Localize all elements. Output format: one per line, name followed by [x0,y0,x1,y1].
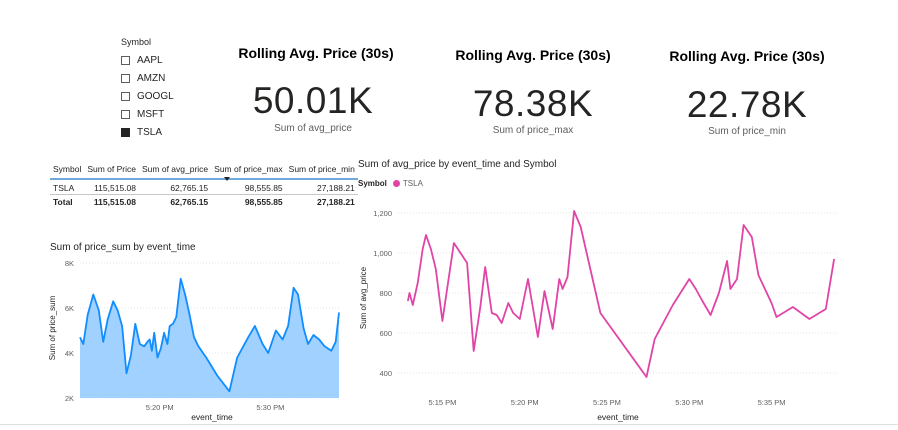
kpi-label-max: Sum of price_max [492,125,574,136]
x-axis-label: event_time [191,412,233,422]
column-header-sum-avg-price[interactable]: Sum of avg_price [139,164,212,180]
x-tick-label: 5:20 PM [146,403,174,412]
x-tick-label: 5:15 PM [428,398,456,407]
checkbox-icon[interactable] [121,91,130,101]
table-row[interactable]: TSLA 115,515.08 62,765.15 98,555.85 27,1… [50,179,358,195]
x-tick-label: 5:35 PM [758,398,786,407]
kpi-value-max: 78.38K [472,83,594,124]
column-header-sum-price-min[interactable]: Sum of price_min [285,164,358,180]
checkbox-icon[interactable] [121,55,130,65]
kpi-title-max: Rolling Avg. Price (30s) [455,47,611,63]
table-cell: 98,555.85 [244,183,283,193]
checkbox-checked-icon[interactable] [121,127,130,137]
checkbox-icon[interactable] [121,73,130,83]
slicer-item-label: GOOGL [137,90,174,102]
kpi-title-avg: Rolling Avg. Price (30s) [238,45,394,61]
sort-descending-icon[interactable] [224,177,230,181]
slicer-title: Symbol [121,37,152,47]
table-cell: 115,515.08 [84,194,139,208]
y-tick-label: 8K [65,259,74,268]
area-chart-title: Sum of price_sum by event_time [50,242,196,253]
table-cell: 98,555.85 [211,194,286,208]
y-tick-label: 600 [379,329,392,338]
slicer-item-tsla[interactable]: TSLA [121,123,174,141]
slicer-item-msft[interactable]: MSFT [121,105,174,123]
area-chart: 2K4K6K8K5:20 PM 5:30 PM Sum of price_sum … [48,259,340,422]
slicer-item-label: AMZN [137,72,166,84]
table-cell: 62,765.15 [139,194,212,208]
kpi-label-avg: Sum of avg_price [274,123,352,134]
table-total-row: Total 115,515.08 62,765.15 98,555.85 27,… [50,194,358,208]
line-chart: 400 600 800 1,000 1,200 5:15 PM 5:20 PM 5:25 PM… [359,209,839,422]
slicer-item-amzn[interactable]: AMZN [121,69,174,87]
area-fill [80,278,339,398]
column-header-symbol[interactable]: Symbol [50,164,85,180]
slicer-item-label: MSFT [137,108,165,120]
y-tick-label: 800 [379,289,392,298]
slicer-item-label: TSLA [137,126,163,138]
line-chart-legend: Symbol TSLA [358,179,423,188]
table-cell: 27,188.21 [316,183,355,193]
y-tick-label: 1,200 [373,209,392,218]
kpi-value-min: 22.78K [686,84,808,125]
y-tick-label: 2K [65,394,74,403]
slicer-item-googl[interactable]: GOOGL [121,87,174,105]
x-axis-label: event_time [597,412,639,422]
table-cell: 27,188.21 [285,194,358,208]
symbol-slicer: AAPL AMZN GOOGL MSFT TSLA [121,51,174,141]
slicer-item-aapl[interactable]: AAPL [121,51,174,69]
checkbox-icon[interactable] [121,109,130,119]
slicer-item-label: AAPL [137,54,163,66]
kpi-title-min: Rolling Avg. Price (30s) [669,48,825,64]
y-tick-label: 6K [65,304,74,313]
summary-table: Symbol Sum of Price Sum of avg_price Sum… [50,164,358,208]
kpi-value-avg: 50.01K [252,80,374,121]
table-cell: 62,765.15 [170,183,209,193]
y-tick-label: 400 [379,369,392,378]
table-cell: 115,515.08 [94,183,136,193]
x-tick-label: 5:30 PM [675,398,703,407]
x-tick-label: 5:20 PM [511,398,539,407]
series-line-tsla[interactable] [407,210,835,378]
table-cell: TSLA [53,183,75,193]
kpi-label-min: Sum of price_min [708,126,786,137]
y-axis-label: Sum of price_sum [48,295,57,360]
divider [0,424,898,425]
line-chart-title: Sum of avg_price by event_time and Symbo… [358,159,557,170]
legend-title: Symbol [358,179,387,188]
column-header-sum-price-max[interactable]: Sum of price_max [211,164,286,180]
y-tick-label: 1,000 [373,249,392,258]
y-axis-label: Sum of avg_price [359,266,368,329]
x-tick-label: 5:25 PM [593,398,621,407]
legend-dot-icon [392,180,400,187]
x-tick-label: 5:30 PM [256,403,284,412]
table-cell: Total [50,194,85,208]
y-tick-label: 4K [65,349,74,358]
column-header-sum-price[interactable]: Sum of Price [84,164,139,180]
legend-item-tsla[interactable]: TSLA [403,179,423,188]
